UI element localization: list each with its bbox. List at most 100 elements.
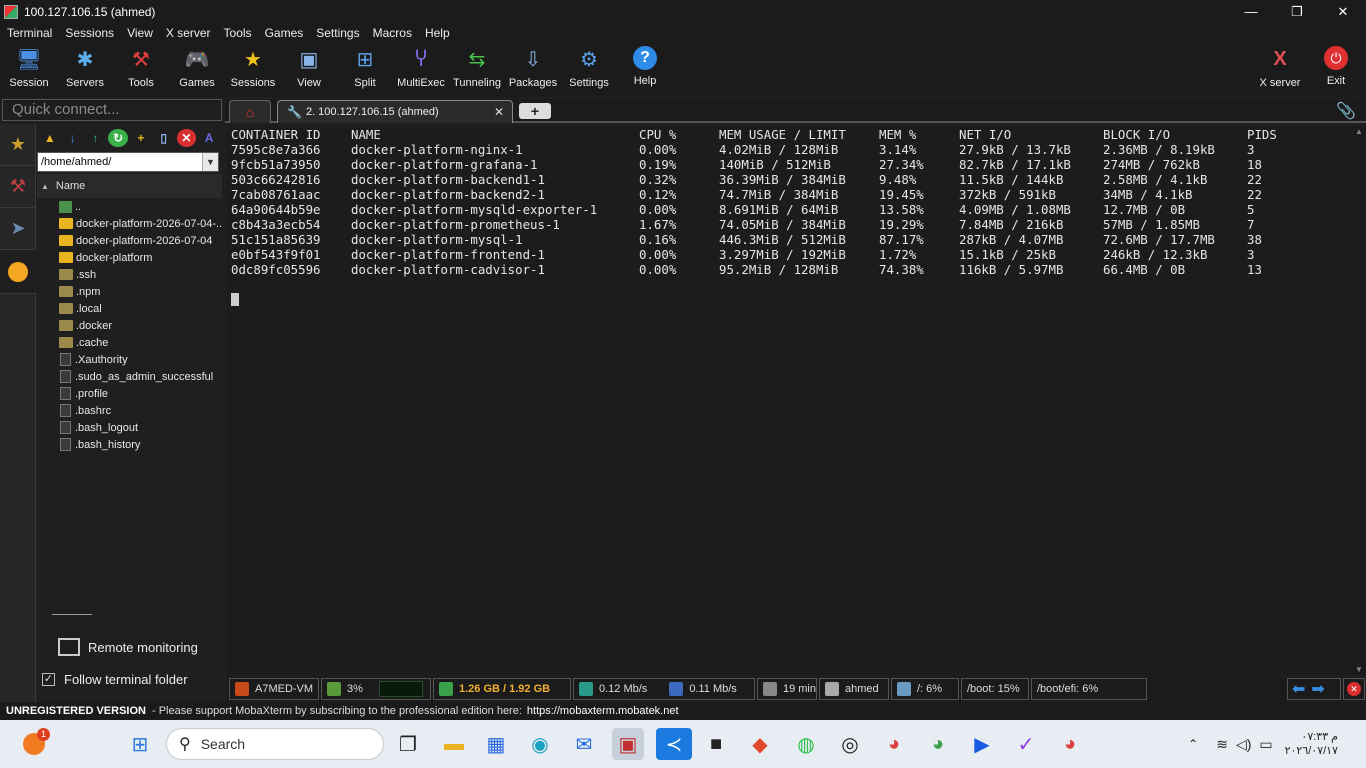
- list-item[interactable]: .sudo_as_admin_successful: [59, 368, 222, 385]
- quick-connect-input[interactable]: Quick connect...: [2, 99, 222, 121]
- whatsapp-icon[interactable]: ◍: [790, 728, 822, 760]
- sessions-button[interactable]: ★ Sessions: [224, 46, 282, 94]
- list-item[interactable]: .cache: [59, 334, 222, 351]
- new-tab-button[interactable]: +: [519, 103, 551, 119]
- terminal-scrollbar[interactable]: ▲ ▼: [1351, 125, 1366, 676]
- menu-games[interactable]: Games: [265, 26, 304, 40]
- close-tab-icon[interactable]: ✕: [494, 105, 504, 119]
- menu-macros[interactable]: Macros: [373, 26, 412, 40]
- arrow-left-icon[interactable]: ⬅: [1292, 679, 1305, 699]
- list-item[interactable]: .profile: [59, 385, 222, 402]
- new-folder-icon[interactable]: +: [131, 129, 151, 147]
- system-tray: ⌃ ≋ ◁) ▭ م ٠٧:٣٣ ٢٠٢٦/٠٧/١٧: [1188, 720, 1366, 768]
- menu-tools[interactable]: Tools: [224, 26, 252, 40]
- list-item[interactable]: docker-platform-2026-07-04-...: [59, 215, 222, 232]
- tab-nav-arrows[interactable]: ⬅ ➡: [1287, 678, 1341, 700]
- list-item[interactable]: .bash_logout: [59, 419, 222, 436]
- new-file-icon[interactable]: ▯: [154, 129, 174, 147]
- list-item[interactable]: .npm: [59, 283, 222, 300]
- view-button[interactable]: ▣ View: [280, 46, 338, 94]
- list-item[interactable]: .bashrc: [59, 402, 222, 419]
- exit-button[interactable]: ⏻ Exit: [1307, 46, 1365, 94]
- multiexec-button[interactable]: Ⴤ MultiExec: [392, 46, 450, 94]
- subscribe-link[interactable]: https://mobaxterm.mobatek.net: [527, 705, 679, 717]
- tunneling-button[interactable]: ⇆ Tunneling: [448, 46, 506, 94]
- cpu-icon: [327, 682, 341, 696]
- close-session-button[interactable]: ✕: [1343, 678, 1365, 700]
- taskbar-search[interactable]: ⚲ Search: [166, 728, 384, 760]
- chrome-profile-icon[interactable]: ◕: [922, 728, 954, 760]
- mobaxterm-taskbar-icon[interactable]: ▣: [612, 728, 644, 760]
- chevron-down-icon[interactable]: ▼: [202, 153, 218, 171]
- scroll-up-icon[interactable]: ▲: [1355, 127, 1363, 136]
- start-windows-icon[interactable]: ⊞: [124, 728, 156, 760]
- task-view-icon[interactable]: ❐: [392, 728, 424, 760]
- follow-terminal-folder-checkbox[interactable]: ✓ Follow terminal folder: [42, 672, 188, 687]
- list-item[interactable]: docker-platform: [59, 249, 222, 266]
- home-tab[interactable]: ⌂: [229, 100, 271, 123]
- list-item[interactable]: .local: [59, 300, 222, 317]
- macros-send-icon[interactable]: ➤: [0, 208, 36, 250]
- menu-settings[interactable]: Settings: [316, 26, 359, 40]
- folder-up-icon[interactable]: ▲: [40, 129, 60, 147]
- battery-icon[interactable]: ▭: [1259, 736, 1272, 753]
- vscode-insiders-icon[interactable]: ✓: [1010, 728, 1042, 760]
- list-item[interactable]: ..: [59, 198, 222, 215]
- paperclip-icon[interactable]: 📎: [1336, 101, 1356, 121]
- volume-icon[interactable]: ◁): [1236, 736, 1251, 753]
- chrome-second-icon[interactable]: ◕: [1054, 728, 1086, 760]
- file-explorer-icon[interactable]: ▬: [438, 728, 470, 760]
- store-icon[interactable]: ▦: [480, 728, 512, 760]
- split-button[interactable]: ⊞ Split: [336, 46, 394, 94]
- help-button[interactable]: ? Help: [616, 46, 674, 94]
- git-icon[interactable]: ◆: [744, 728, 776, 760]
- maximize-button[interactable]: ❐: [1274, 0, 1320, 23]
- terminal-output[interactable]: CONTAINER ID NAME CPU % MEM USAGE / LIMI…: [227, 125, 1351, 676]
- widgets-icon[interactable]: 1: [18, 728, 50, 760]
- close-button[interactable]: ✕: [1320, 0, 1366, 23]
- scroll-down-icon[interactable]: ▼: [1355, 665, 1363, 674]
- list-item[interactable]: .docker: [59, 317, 222, 334]
- sftp-path-combobox[interactable]: /home/ahmed/ ▼: [37, 152, 219, 172]
- menu-terminal[interactable]: Terminal: [7, 26, 52, 40]
- vscode-icon[interactable]: ≺: [656, 728, 692, 760]
- download-icon[interactable]: ↓: [63, 129, 83, 147]
- menu-help[interactable]: Help: [425, 26, 450, 40]
- obs-icon[interactable]: ◎: [834, 728, 866, 760]
- chrome-icon[interactable]: ◕: [878, 728, 910, 760]
- menu-xserver[interactable]: X server: [166, 26, 211, 40]
- menu-sessions[interactable]: Sessions: [65, 26, 114, 40]
- arrow-right-icon[interactable]: ➡: [1311, 679, 1324, 699]
- chevron-up-icon[interactable]: ⌃: [1188, 737, 1198, 751]
- games-button[interactable]: 🎮 Games: [168, 46, 226, 94]
- tab-session-2[interactable]: 🔧 2. 100.127.106.15 (ahmed) ✕: [277, 100, 513, 123]
- minimize-button[interactable]: —: [1228, 0, 1274, 23]
- outlook-icon[interactable]: ✉: [568, 728, 600, 760]
- delete-icon[interactable]: ✕: [176, 129, 197, 147]
- rename-icon[interactable]: A: [199, 129, 219, 147]
- panel-splitter[interactable]: [52, 614, 92, 615]
- clock[interactable]: م ٠٧:٣٣ ٢٠٢٦/٠٧/١٧: [1285, 730, 1338, 758]
- packages-button[interactable]: ⇩ Packages: [504, 46, 562, 94]
- tools-side-icon[interactable]: ⚒: [0, 166, 36, 208]
- tools-button[interactable]: ⚒ Tools: [112, 46, 170, 94]
- upload-icon[interactable]: ↑: [86, 129, 106, 147]
- list-item[interactable]: .Xauthority: [59, 351, 222, 368]
- menu-view[interactable]: View: [127, 26, 153, 40]
- settings-button[interactable]: ⚙ Settings: [560, 46, 618, 94]
- wifi-icon[interactable]: ≋: [1216, 736, 1228, 753]
- pycharm-icon[interactable]: ■: [700, 728, 732, 760]
- refresh-icon[interactable]: ↻: [108, 129, 128, 147]
- xserver-button[interactable]: XX server: [1251, 46, 1309, 94]
- list-item[interactable]: .ssh: [59, 266, 222, 283]
- remote-monitoring-button[interactable]: Remote monitoring: [58, 638, 198, 656]
- powershell-icon[interactable]: ▶: [966, 728, 998, 760]
- sftp-tab-icon[interactable]: [0, 250, 36, 294]
- servers-button[interactable]: ✱ Servers: [56, 46, 114, 94]
- sessions-star-icon[interactable]: ★: [0, 124, 36, 166]
- session-button[interactable]: 🖥 Session: [0, 46, 58, 94]
- list-item[interactable]: docker-platform-2026-07-04: [59, 232, 222, 249]
- list-item[interactable]: .bash_history: [59, 436, 222, 453]
- edge-icon[interactable]: ◉: [524, 728, 556, 760]
- name-column-header[interactable]: ▲ Name: [37, 174, 222, 198]
